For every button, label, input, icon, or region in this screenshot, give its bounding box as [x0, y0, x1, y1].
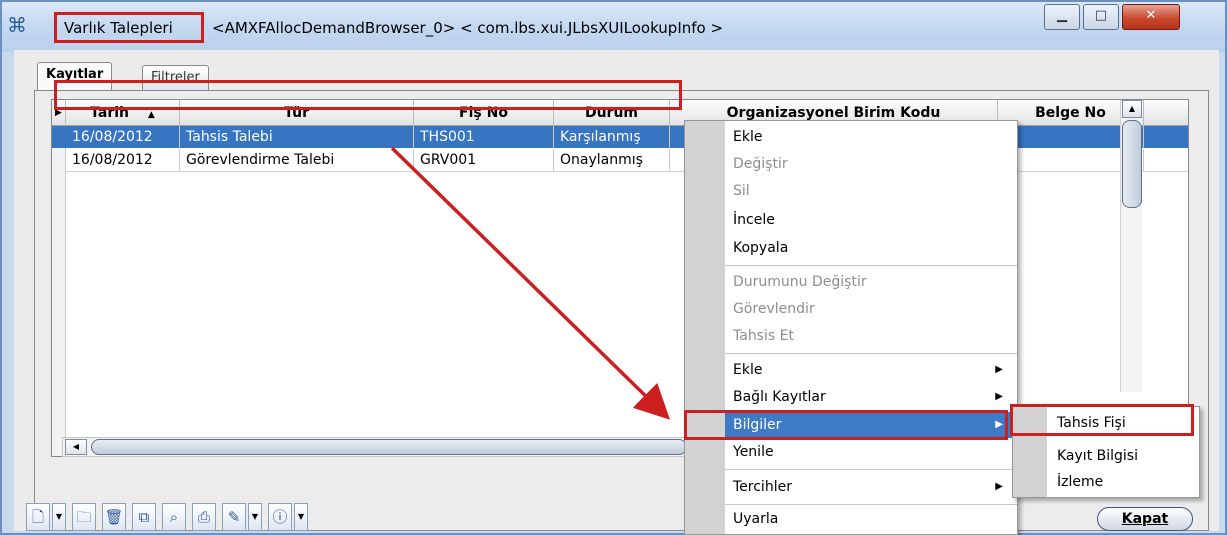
- maximize-icon: □: [1094, 8, 1108, 23]
- scrollbar-thumb[interactable]: [1122, 120, 1142, 208]
- menu-item-sil[interactable]: Sil: [725, 178, 1017, 204]
- cell-durum: Karşılanmış: [554, 126, 670, 148]
- dropdown-arrow-icon[interactable]: ▼: [248, 503, 262, 531]
- cell-tarih: 16/08/2012: [66, 126, 180, 148]
- close-window-button[interactable]: Kapat: [1097, 507, 1193, 531]
- folder-icon[interactable]: 🗀: [72, 503, 96, 531]
- menu-item-label: Ekle: [733, 362, 763, 378]
- menu-item-incele[interactable]: İncele: [725, 207, 1017, 233]
- new-document-icon[interactable]: 🗋: [26, 503, 50, 531]
- menu-separator: [725, 504, 1017, 505]
- close-icon: ✕: [1145, 8, 1157, 23]
- cell-fis-no: THS001: [414, 126, 554, 148]
- maximize-button[interactable]: □: [1083, 4, 1119, 30]
- menu-item-bagli-kayitlar[interactable]: Bağlı Kayıtlar ▶: [725, 384, 1017, 410]
- close-button[interactable]: ✕: [1122, 4, 1180, 30]
- submenu-arrow-icon: ▶: [995, 481, 1003, 492]
- menu-item-ekle-submenu[interactable]: Ekle ▶: [725, 357, 1017, 383]
- copy-icon[interactable]: ⧉: [132, 503, 156, 531]
- bilgiler-highlight-box: [684, 410, 1008, 440]
- menu-separator: [725, 353, 1017, 354]
- horizontal-scrollbar[interactable]: ◀: [62, 437, 688, 457]
- menu-item-ekle[interactable]: Ekle: [725, 124, 1017, 150]
- vertical-scrollbar[interactable]: ▲: [1120, 100, 1142, 392]
- menu-item-kopyala[interactable]: Kopyala: [725, 235, 1017, 261]
- cell-durum: Onaylanmış: [554, 149, 670, 171]
- dropdown-arrow-icon[interactable]: ▼: [52, 503, 66, 531]
- minimize-button[interactable]: ▁: [1044, 4, 1080, 30]
- menu-separator: [725, 265, 1017, 266]
- menu-gutter: [685, 121, 725, 534]
- submenu-arrow-icon: ▶: [995, 364, 1003, 375]
- scroll-up-icon[interactable]: ▲: [1122, 100, 1142, 118]
- sort-ascending-icon: ▲: [147, 110, 155, 120]
- menu-item-uyarla[interactable]: Uyarla: [725, 506, 1017, 532]
- print-icon[interactable]: ⎙: [192, 503, 216, 531]
- menu-item-label: Tercihler: [733, 479, 792, 495]
- row-divider: [66, 171, 1188, 172]
- menu-item-tahsis-et[interactable]: Tahsis Et: [725, 323, 1017, 349]
- menu-item-label: Bağlı Kayıtlar: [733, 389, 826, 405]
- title-highlight-box: [54, 12, 204, 43]
- menu-item-degistir[interactable]: Değiştir: [725, 151, 1017, 177]
- context-menu: Ekle Değiştir Sil İncele Kopyala Durumun…: [684, 120, 1018, 535]
- tahsis-fisi-highlight-box: [1010, 404, 1194, 436]
- info-icon[interactable]: ⓘ: [268, 503, 292, 531]
- row-highlight-box: [54, 80, 682, 110]
- scrollbar-thumb[interactable]: [91, 439, 687, 455]
- delete-icon[interactable]: 🗑: [102, 503, 126, 531]
- menu-item-gorevlendir[interactable]: Görevlendir: [725, 296, 1017, 322]
- cell-tarih: 16/08/2012: [66, 149, 180, 171]
- preview-icon[interactable]: ⌕: [162, 503, 186, 531]
- scroll-left-icon[interactable]: ◀: [65, 439, 87, 455]
- cell-fis-no: GRV001: [414, 149, 554, 171]
- minimize-icon: ▁: [1057, 8, 1067, 23]
- menu-item-durumunu-degistir[interactable]: Durumunu Değiştir: [725, 269, 1017, 295]
- cell-tur: Görevlendirme Talebi: [180, 149, 414, 171]
- menu-item-yenile[interactable]: Yenile: [725, 439, 1017, 465]
- menu-item-izleme[interactable]: İzleme: [1047, 469, 1199, 495]
- menu-item-kayit-bilgisi[interactable]: Kayıt Bilgisi: [1047, 443, 1199, 469]
- menu-separator: [725, 469, 1017, 470]
- app-logo-icon: ⌘: [7, 13, 27, 37]
- window-title-classname: <AMXFAllocDemandBrowser_0> < com.lbs.xui…: [212, 19, 724, 37]
- cell-tur: Tahsis Talebi: [180, 126, 414, 148]
- menu-item-tercihler[interactable]: Tercihler ▶: [725, 474, 1017, 500]
- row-header-column: [52, 126, 66, 456]
- dropdown-arrow-icon[interactable]: ▼: [294, 503, 308, 531]
- attachment-icon[interactable]: ✎: [222, 503, 246, 531]
- submenu-arrow-icon: ▶: [995, 391, 1003, 402]
